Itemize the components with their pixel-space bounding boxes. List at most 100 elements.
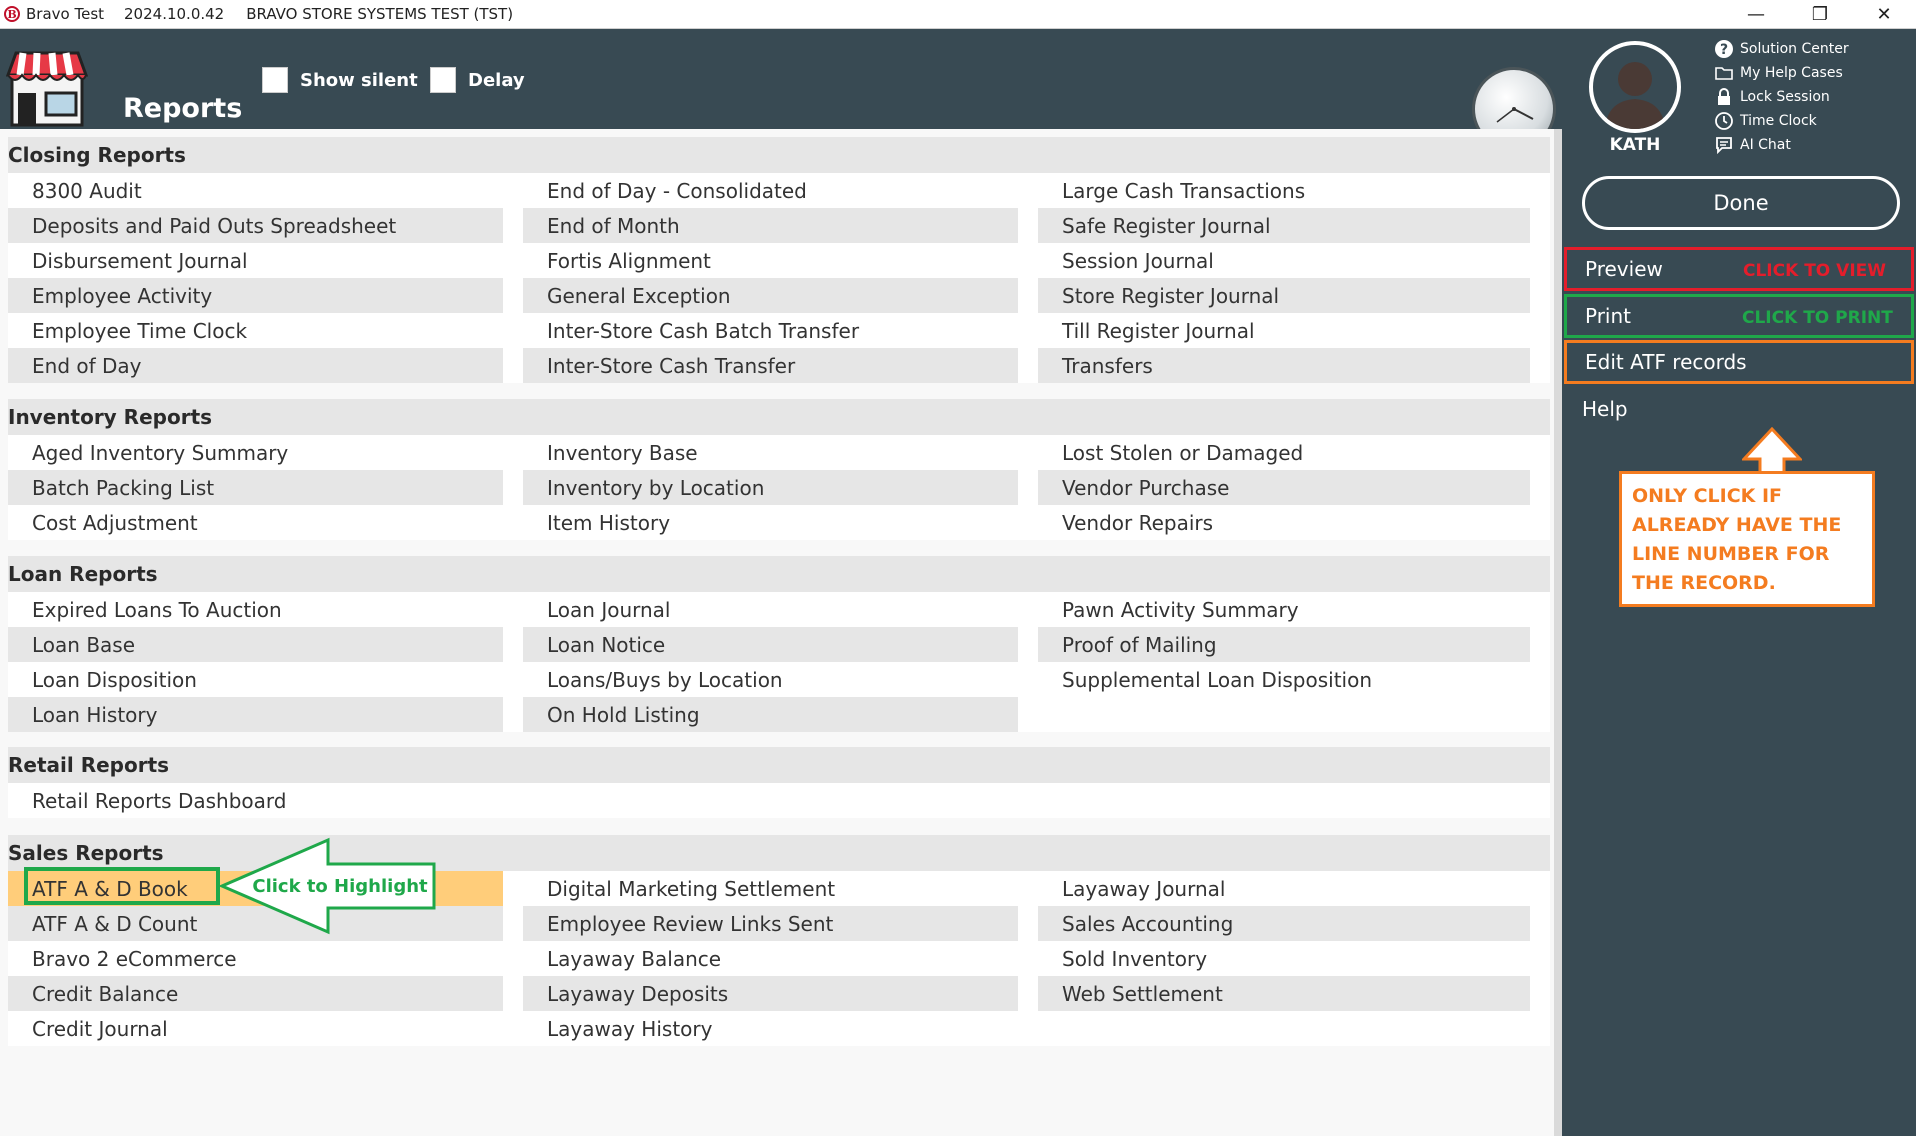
folder-icon (1714, 63, 1734, 83)
report-item[interactable]: Layaway History (523, 1011, 1018, 1046)
report-item[interactable]: Employee Time Clock (8, 313, 503, 348)
restore-button[interactable]: ❐ (1788, 0, 1852, 29)
report-item[interactable]: Sold Inventory (1038, 941, 1530, 976)
title-bar: B Bravo Test 2024.10.0.42 BRAVO STORE SY… (0, 0, 1916, 29)
edit-atf-records-button[interactable]: Edit ATF records (1564, 340, 1914, 384)
preview-label: Preview (1585, 257, 1663, 281)
report-item[interactable]: Proof of Mailing (1038, 627, 1530, 662)
minimize-button[interactable]: — (1724, 0, 1788, 29)
report-item[interactable]: On Hold Listing (523, 697, 1018, 732)
side-panel: KATH ? Solution Center My Help Cases Loc… (1562, 29, 1916, 1136)
solution-center-label: Solution Center (1740, 41, 1849, 57)
lock-session-link[interactable]: Lock Session (1714, 85, 1849, 109)
report-item[interactable]: Cost Adjustment (8, 505, 503, 540)
store-icon (6, 51, 88, 127)
delay-box[interactable] (430, 67, 456, 93)
print-label: Print (1585, 304, 1632, 328)
report-item[interactable]: Layaway Deposits (523, 976, 1018, 1011)
click-to-view-annotation: CLICK TO VIEW (1743, 261, 1887, 281)
environment-name: BRAVO STORE SYSTEMS TEST (TST) (246, 5, 514, 23)
report-item[interactable]: End of Month (523, 208, 1018, 243)
show-silent-box[interactable] (262, 67, 288, 93)
avatar[interactable] (1589, 41, 1681, 133)
delay-checkbox[interactable]: Delay (430, 67, 525, 93)
time-clock-link[interactable]: Time Clock (1714, 109, 1849, 133)
report-item[interactable]: Large Cash Transactions (1038, 173, 1530, 208)
delay-label: Delay (468, 69, 525, 91)
report-item[interactable]: Credit Journal (8, 1011, 503, 1046)
section-header: Retail Reports (8, 747, 1550, 783)
done-button[interactable]: Done (1582, 176, 1900, 230)
report-item[interactable]: Layaway Journal (1038, 871, 1530, 906)
my-help-cases-link[interactable]: My Help Cases (1714, 61, 1849, 85)
report-item[interactable]: Deposits and Paid Outs Spreadsheet (8, 208, 503, 243)
section-header: Closing Reports (8, 137, 1550, 173)
show-silent-checkbox[interactable]: Show silent (262, 67, 418, 93)
my-help-cases-label: My Help Cases (1740, 65, 1843, 81)
report-item[interactable]: Pawn Activity Summary (1038, 592, 1530, 627)
time-clock-label: Time Clock (1740, 113, 1817, 129)
only-click-note: ONLY CLICK IF ALREADY HAVE THE LINE NUMB… (1619, 471, 1875, 607)
report-item[interactable]: Item History (523, 505, 1018, 540)
svg-text:?: ? (1720, 42, 1728, 58)
help-label: Help (1582, 397, 1628, 421)
report-item[interactable]: Transfers (1038, 348, 1530, 383)
report-item[interactable]: Loan Notice (523, 627, 1018, 662)
user-name: KATH (1609, 135, 1661, 155)
report-item[interactable]: 8300 Audit (8, 173, 503, 208)
report-item[interactable]: General Exception (523, 278, 1018, 313)
report-item[interactable]: Inventory by Location (523, 470, 1018, 505)
report-item[interactable]: Fortis Alignment (523, 243, 1018, 278)
report-item[interactable]: Session Journal (1038, 243, 1530, 278)
report-item[interactable]: Bravo 2 eCommerce (8, 941, 503, 976)
section-header: Loan Reports (8, 556, 1550, 592)
report-item[interactable]: Inter-Store Cash Batch Transfer (523, 313, 1018, 348)
report-item[interactable]: Inventory Base (523, 435, 1018, 470)
report-item[interactable]: Web Settlement (1038, 976, 1530, 1011)
lock-session-label: Lock Session (1740, 89, 1830, 105)
report-item[interactable]: Retail Reports Dashboard (8, 783, 503, 818)
report-item[interactable]: Lost Stolen or Damaged (1038, 435, 1530, 470)
report-item[interactable]: Aged Inventory Summary (8, 435, 503, 470)
report-item[interactable]: Expired Loans To Auction (8, 592, 503, 627)
report-item[interactable]: Loan Journal (523, 592, 1018, 627)
ai-chat-link[interactable]: AI Chat (1714, 133, 1849, 157)
report-item[interactable]: Inter-Store Cash Transfer (523, 348, 1018, 383)
user-silhouette-icon (1605, 62, 1665, 129)
report-item[interactable]: Supplemental Loan Disposition (1038, 662, 1530, 697)
report-item[interactable]: Disbursement Journal (8, 243, 503, 278)
help-button[interactable]: Help (1564, 387, 1914, 431)
chat-icon (1714, 135, 1734, 155)
report-item[interactable]: Employee Activity (8, 278, 503, 313)
edit-atf-records-label: Edit ATF records (1585, 350, 1747, 374)
report-section: Inventory Reports Aged Inventory Summary I… (8, 399, 1550, 540)
report-section: Retail Reports Retail Reports Dashboard (8, 747, 1550, 818)
lock-icon (1714, 87, 1734, 107)
report-item[interactable]: End of Day - Consolidated (523, 173, 1018, 208)
report-item[interactable]: Batch Packing List (8, 470, 503, 505)
section-header: Inventory Reports (8, 399, 1550, 435)
report-item[interactable]: Loan History (8, 697, 503, 732)
report-item[interactable]: Digital Marketing Settlement (523, 871, 1018, 906)
click-to-print-annotation: CLICK TO PRINT (1742, 308, 1893, 328)
report-item[interactable]: Vendor Purchase (1038, 470, 1530, 505)
report-item[interactable]: Till Register Journal (1038, 313, 1530, 348)
report-item[interactable]: Loan Base (8, 627, 503, 662)
help-circle-icon: ? (1714, 39, 1734, 59)
click-to-highlight-annotation: Click to Highlight (252, 876, 428, 897)
report-item[interactable]: Sales Accounting (1038, 906, 1530, 941)
page-title: Reports (123, 93, 243, 124)
report-item[interactable]: Store Register Journal (1038, 278, 1530, 313)
report-item[interactable]: Layaway Balance (523, 941, 1018, 976)
report-item[interactable]: Credit Balance (8, 976, 503, 1011)
report-item[interactable]: End of Day (8, 348, 503, 383)
report-item[interactable]: Loan Disposition (8, 662, 503, 697)
report-item[interactable]: Employee Review Links Sent (523, 906, 1018, 941)
report-item[interactable]: Vendor Repairs (1038, 505, 1530, 540)
report-item[interactable]: Safe Register Journal (1038, 208, 1530, 243)
close-button[interactable]: ✕ (1852, 0, 1916, 29)
header-bar: Reports Show silent Delay (0, 29, 1562, 151)
app-version: 2024.10.0.42 (124, 5, 225, 23)
report-item[interactable]: Loans/Buys by Location (523, 662, 1018, 697)
solution-center-link[interactable]: ? Solution Center (1714, 37, 1849, 61)
